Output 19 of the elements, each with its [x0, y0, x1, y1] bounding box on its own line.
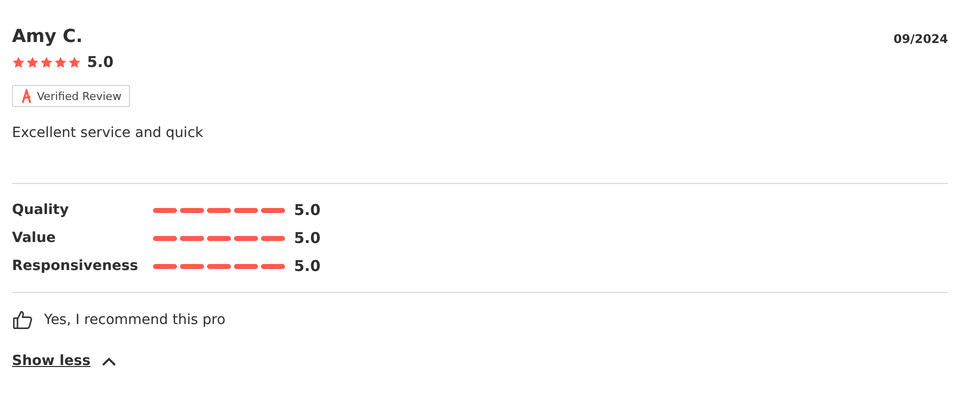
- star-icon: [26, 56, 39, 68]
- star-icon: [68, 56, 81, 68]
- recommendation-text: Yes, I recommend this pro: [44, 312, 226, 328]
- criterion-rating: 5.0: [294, 257, 322, 275]
- criterion-rating: 5.0: [294, 229, 322, 247]
- logo-icon: [21, 89, 32, 103]
- criterion-label: Value: [12, 230, 57, 246]
- rating-value: 5.0: [87, 53, 114, 71]
- star-icon: [54, 56, 67, 68]
- star-icon: [12, 56, 25, 68]
- review-date: 09/2024: [894, 32, 948, 46]
- star-icon: [40, 56, 53, 68]
- review-text: Excellent service and quick: [12, 125, 204, 141]
- criterion-label: Responsiveness: [12, 258, 140, 274]
- criterion-rating: 5.0: [294, 201, 322, 219]
- criterion-label: Quality: [12, 202, 70, 218]
- show-less-link[interactable]: Show less: [12, 353, 116, 369]
- reviewer-name: Amy C.: [12, 26, 83, 47]
- verified-badge: Verified Review: [12, 85, 130, 107]
